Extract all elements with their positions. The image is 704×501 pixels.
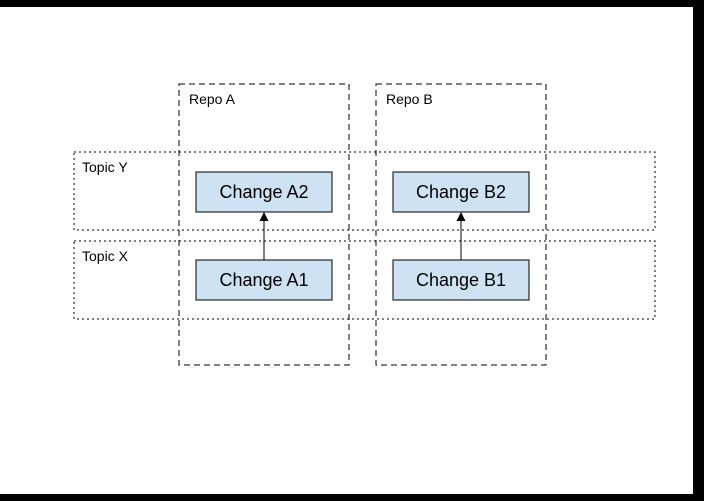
repo-a-label: Repo A [189, 91, 236, 107]
topic-y-box [74, 152, 655, 230]
topic-x-box [74, 241, 655, 319]
change-a1-label: Change A1 [219, 270, 308, 290]
repo-b-label: Repo B [386, 91, 433, 107]
change-b2-label: Change B2 [416, 182, 506, 202]
change-b1-label: Change B1 [416, 270, 506, 290]
arrow-a1-to-a2 [260, 212, 269, 260]
topic-x-label: Topic X [82, 248, 129, 264]
diagram-sheet: Topic Y Topic X Repo A Repo B Change A2 … [0, 7, 693, 494]
change-a2-label: Change A2 [219, 182, 308, 202]
arrow-b1-to-b2 [457, 212, 466, 260]
topic-y-label: Topic Y [82, 159, 128, 175]
diagram-svg: Topic Y Topic X Repo A Repo B Change A2 … [0, 7, 693, 494]
